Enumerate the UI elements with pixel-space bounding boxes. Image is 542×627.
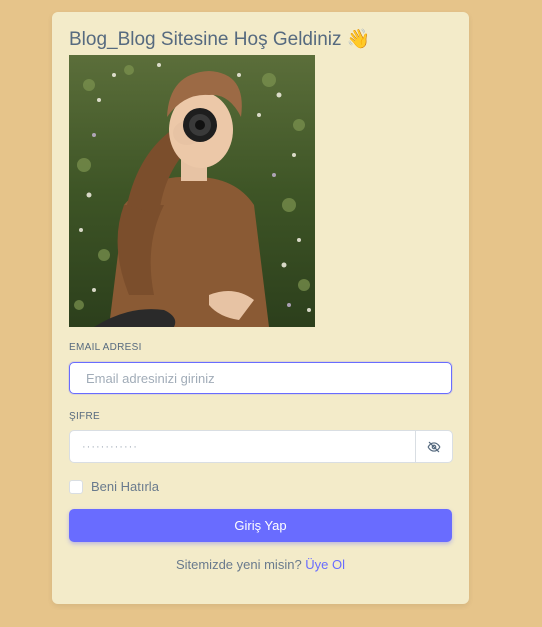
remember-me: Beni Hatırla — [69, 479, 159, 494]
email-field[interactable] — [69, 362, 452, 394]
password-label: ŞIFRE — [69, 411, 100, 422]
signup-prompt-text: Sitemizde yeni misin? — [175, 557, 302, 572]
remember-me-checkbox[interactable] — [69, 479, 83, 494]
email-label: EMAIL ADRESI — [69, 342, 142, 353]
login-card: Blog_Blog Sitesine Hoş Geldiniz 👋 EMAIL … — [52, 12, 469, 604]
signup-link[interactable]: Üye Ol — [305, 557, 345, 572]
signup-prompt: Sitemizde yeni misin? Üye Ol — [52, 557, 469, 572]
password-field[interactable] — [70, 431, 415, 462]
password-group — [69, 430, 453, 463]
eye-off-icon[interactable] — [415, 431, 452, 462]
hero-image — [69, 55, 315, 327]
remember-me-label[interactable]: Beni Hatırla — [91, 479, 159, 494]
page-title: Blog_Blog Sitesine Hoş Geldiniz 👋 — [69, 29, 371, 50]
login-button[interactable]: Giriş Yap — [69, 509, 452, 542]
